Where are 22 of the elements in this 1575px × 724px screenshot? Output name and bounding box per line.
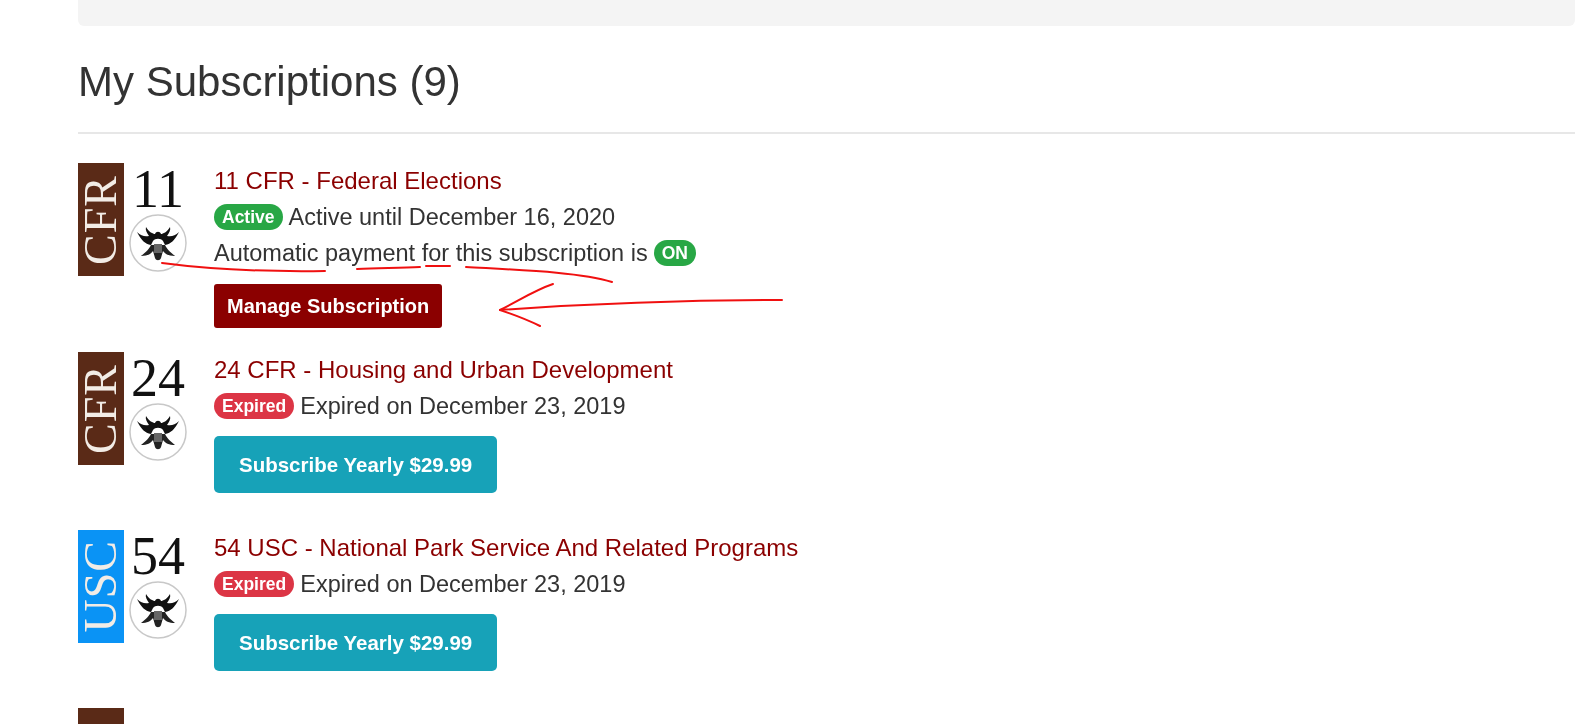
manage-subscription-button[interactable]: Manage Subscription [214, 284, 443, 328]
status-text: Expired on December 23, 2019 [300, 392, 626, 421]
logo-code: CFR [78, 174, 124, 265]
logo-number: 54 [131, 532, 185, 580]
subscription-title[interactable]: 24 CFR - Housing and Urban Development [214, 352, 673, 388]
subscription-title[interactable]: 54 USC - National Park Service And Related Programs [214, 530, 799, 566]
logo-code: USC [78, 540, 124, 633]
seal-icon [129, 581, 187, 639]
status-badge: Active [214, 204, 283, 230]
logo-number: 11 [132, 165, 184, 213]
autopay-badge: ON [653, 240, 696, 266]
status-badge: Expired [214, 571, 295, 597]
logo-code: CFR [78, 363, 124, 454]
autopay-text: Automatic payment for this subscription is [214, 239, 648, 268]
status-text: Active until December 16, 2020 [288, 203, 616, 232]
seal-icon [129, 403, 187, 461]
status-text: Expired on December 23, 2019 [300, 570, 626, 599]
page-heading: My Subscriptions (9) [78, 58, 462, 106]
status-badge: Expired [214, 393, 295, 419]
seal-icon [129, 214, 187, 272]
logo-number: 24 [131, 354, 185, 402]
subscription-title[interactable]: 11 CFR - Federal Elections [214, 163, 502, 199]
